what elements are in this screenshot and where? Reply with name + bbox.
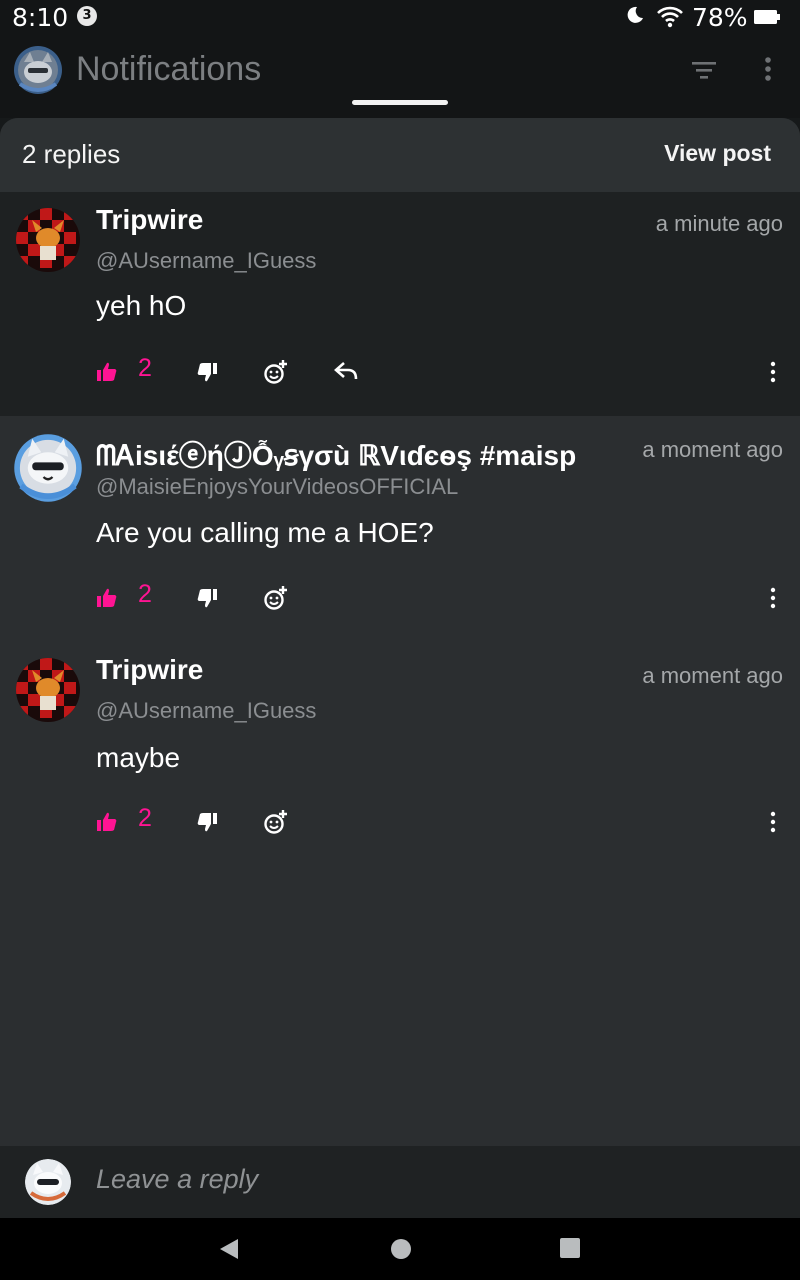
filter-icon[interactable]	[690, 58, 718, 82]
comment-text: yeh hO	[96, 290, 187, 321]
page-title: Notifications	[76, 50, 262, 88]
thumbs-down-icon[interactable]	[196, 811, 218, 833]
profile-avatar-icon[interactable]	[12, 44, 64, 96]
comment-timestamp: a moment ago	[642, 437, 783, 462]
add-reaction-icon[interactable]	[263, 359, 289, 385]
thumbs-down-icon[interactable]	[196, 361, 218, 383]
back-icon[interactable]	[218, 1237, 240, 1261]
reply-input[interactable]: Leave a reply	[96, 1164, 258, 1195]
comment-handle: @AUsername_IGuess	[96, 698, 317, 723]
comment-actions: 2	[96, 354, 786, 387]
comment-item: Tripwire a minute ago @AUsername_IGuess …	[0, 192, 800, 416]
thumbs-up-icon[interactable]	[96, 587, 118, 609]
notification-count-badge: 3	[77, 6, 97, 26]
user-avatar[interactable]	[16, 658, 80, 722]
comment-actions: 2	[96, 580, 786, 613]
like-count: 2	[138, 580, 152, 608]
comment-text: Are you calling me a HOE?	[96, 517, 434, 548]
comment-text: maybe	[96, 742, 181, 773]
comment-author[interactable]: Tripwire	[96, 654, 611, 686]
like-count: 2	[138, 354, 152, 382]
my-avatar	[25, 1159, 71, 1205]
wifi-icon	[657, 6, 683, 28]
comment-handle: @MaisieEnjoysYourVideosOFFICIAL	[96, 474, 459, 499]
status-time: 8:10	[12, 3, 69, 32]
sheet-drag-handle[interactable]	[352, 100, 448, 105]
thumbs-up-icon[interactable]	[96, 811, 118, 833]
do-not-disturb-moon-icon	[627, 6, 643, 23]
like-count: 2	[138, 804, 152, 832]
add-reaction-icon[interactable]	[263, 585, 289, 611]
comment-author[interactable]: ᗰᎪiѕιέⓔήⒿỖᵧꞩγσù ℝVιɗєѳş #maisp	[96, 434, 611, 474]
comment-more-icon[interactable]	[766, 360, 780, 384]
comment-more-icon[interactable]	[766, 810, 780, 834]
comment-timestamp: a minute ago	[655, 211, 783, 236]
system-nav-bar	[0, 1218, 800, 1280]
comment-actions: 2	[96, 804, 786, 837]
thumbs-down-icon[interactable]	[196, 587, 218, 609]
thumbs-up-icon[interactable]	[96, 361, 118, 383]
reply-compose-bar[interactable]: Leave a reply	[0, 1146, 800, 1218]
battery-icon	[754, 10, 780, 24]
comment-item: ᗰᎪiѕιέⓔήⒿỖᵧꞩγσù ℝVιɗєѳş #maisp a moment …	[0, 416, 800, 642]
status-bar: 8:10 3 78%	[0, 0, 800, 38]
reply-arrow-icon[interactable]	[334, 360, 360, 382]
view-post-button[interactable]: View post	[664, 140, 771, 167]
more-options-icon[interactable]	[755, 56, 781, 82]
comment-more-icon[interactable]	[766, 586, 780, 610]
app-header: Notifications	[0, 38, 800, 118]
user-avatar[interactable]	[16, 208, 80, 272]
sheet-header: 2 replies View post	[0, 118, 800, 192]
replies-sheet: 2 replies View post Tripwire a minute ag…	[0, 118, 800, 1218]
recent-apps-icon[interactable]	[560, 1238, 580, 1258]
add-reaction-icon[interactable]	[263, 809, 289, 835]
comment-author[interactable]: Tripwire	[96, 204, 611, 236]
comment-timestamp: a moment ago	[642, 663, 783, 688]
battery-percent: 78%	[692, 3, 748, 32]
replies-count: 2 replies	[22, 139, 121, 169]
user-avatar[interactable]	[12, 432, 84, 504]
comment-item: Tripwire a moment ago @AUsername_IGuess …	[0, 642, 800, 842]
comment-handle: @AUsername_IGuess	[96, 248, 317, 273]
home-icon[interactable]	[390, 1238, 412, 1260]
